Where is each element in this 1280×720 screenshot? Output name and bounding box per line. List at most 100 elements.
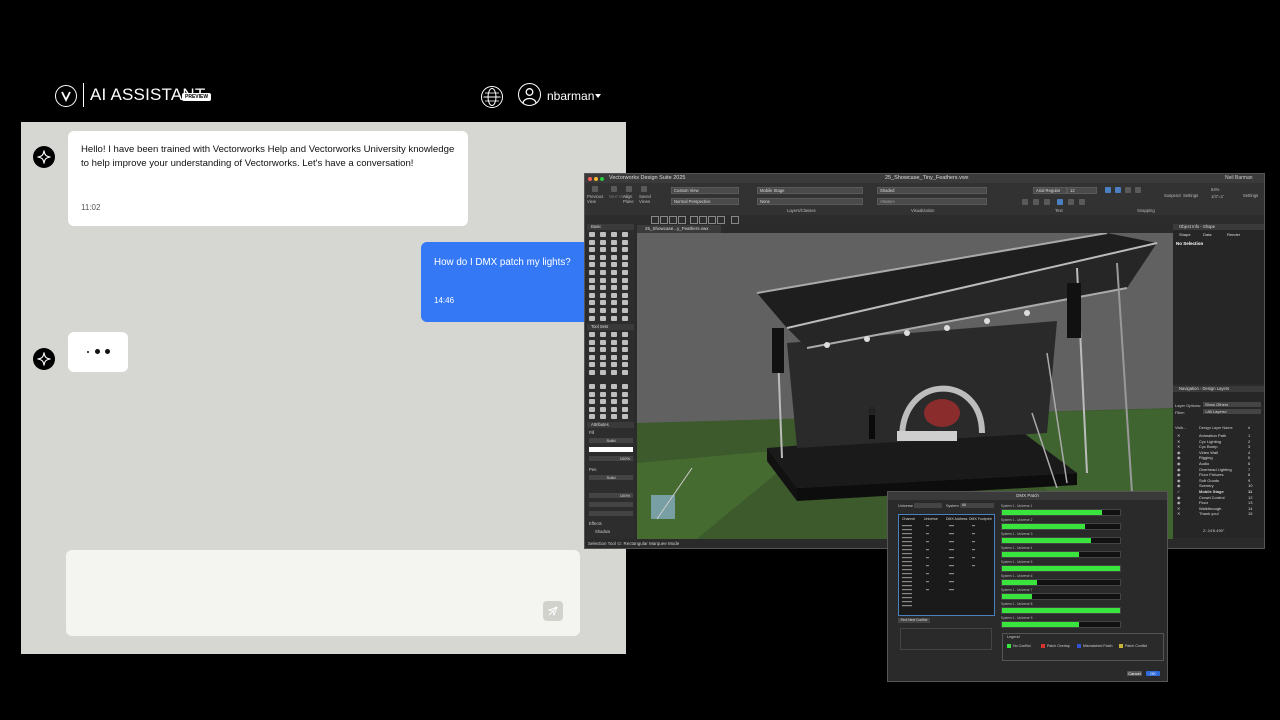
mode-icon[interactable] [651,216,659,224]
tool-icon[interactable] [600,300,606,306]
zoom-label[interactable]: 64% [1211,187,1219,192]
tool-icon[interactable] [600,239,606,245]
tool-icon[interactable] [589,414,595,420]
tool-icon[interactable] [611,292,617,298]
tool-icon[interactable] [600,292,606,298]
tool-icon[interactable] [589,339,595,345]
tool-icon[interactable] [589,362,595,368]
tool-icon[interactable] [622,406,628,412]
tool-icon[interactable] [600,315,606,321]
align-plane-label[interactable]: Align Plane [623,194,637,204]
tool-icon[interactable] [622,247,628,253]
layer-dropdown[interactable]: Mobile Stage [757,187,863,194]
fill-style-dropdown[interactable]: Solid [589,438,633,443]
tool-icon[interactable] [622,391,628,397]
align-right-icon[interactable] [1079,199,1085,205]
tool-icon[interactable] [600,354,606,360]
tool-icon[interactable] [611,339,617,345]
snap-object-icon[interactable] [1115,187,1121,193]
tool-icon[interactable] [589,262,595,268]
cancel-button[interactable]: Cancel [1127,671,1142,676]
align-left-icon[interactable] [1057,199,1063,205]
tool-icon[interactable] [600,254,606,260]
tool-icon[interactable] [600,406,606,412]
saved-views-icon[interactable] [641,186,647,192]
bold-icon[interactable] [1022,199,1028,205]
scale-label[interactable]: 1/4"=1' [1211,194,1224,199]
tool-icon[interactable] [589,232,595,237]
visibility-icon[interactable]: ✕ [1177,511,1180,517]
system-dropdown[interactable]: All [960,503,994,508]
close-icon[interactable] [588,176,592,181]
maximize-icon[interactable] [600,176,604,181]
universe-dropdown[interactable] [914,503,942,508]
render-mode-dropdown[interactable]: Shaded [877,187,987,194]
tool-icon[interactable] [600,262,606,268]
mode-icon[interactable] [660,216,668,224]
tool-icon[interactable] [600,277,606,283]
fixture-table[interactable]: Channel Universe DMX Address DMX Footpri… [898,514,995,616]
suspend-label[interactable]: Suspend [1164,193,1181,198]
tool-icon[interactable] [611,239,617,245]
globe-icon[interactable] [481,86,503,108]
tool-icon[interactable] [611,391,617,397]
arrow-right-icon[interactable] [611,186,617,192]
tool-icon[interactable] [589,332,595,337]
send-button[interactable] [543,601,563,621]
tool-icon[interactable] [600,339,606,345]
underline-icon[interactable] [1044,199,1050,205]
tool-icon[interactable] [589,247,595,253]
view-dropdown[interactable]: Custom View [671,187,739,194]
tool-icon[interactable] [589,292,595,298]
tool-icon[interactable] [622,414,628,420]
tool-icon[interactable] [589,285,595,291]
tool-icon[interactable] [611,347,617,353]
class-dropdown[interactable]: None [757,198,863,205]
tool-icon[interactable] [611,262,617,268]
tool-icon[interactable] [589,347,595,353]
tool-icon[interactable] [622,232,628,237]
line-thickness[interactable] [589,502,633,507]
tool-icon[interactable] [611,369,617,375]
tool-icon[interactable] [622,354,628,360]
tool-icon[interactable] [611,315,617,321]
tool-icon[interactable] [589,239,595,245]
tool-icon[interactable] [589,300,595,306]
snap-intersection-icon[interactable] [1135,187,1141,193]
tool-icon[interactable] [611,362,617,368]
tool-icon[interactable] [589,369,595,375]
tool-icon[interactable] [600,362,606,368]
tool-icon[interactable] [600,232,606,237]
tool-icon[interactable] [589,307,595,313]
tool-icon[interactable] [589,354,595,360]
pen-opacity[interactable]: 100% [589,493,633,498]
align-plane-icon[interactable] [626,186,632,192]
snap-grid-icon[interactable] [1105,187,1111,193]
tool-icon[interactable] [622,300,628,306]
align-center-icon[interactable] [1068,199,1074,205]
tool-icon[interactable] [611,277,617,283]
tool-icon[interactable] [622,239,628,245]
arrow-left-icon[interactable] [592,186,598,192]
tool-icon[interactable] [611,406,617,412]
shadow-label[interactable]: Shadow [595,529,610,534]
tool-icon[interactable] [589,315,595,321]
tool-icon[interactable] [622,339,628,345]
font-dropdown[interactable]: Arial Regular [1033,187,1067,194]
tool-icon[interactable] [622,369,628,375]
document-tab[interactable]: 25_Showcase...y_Feathers.vwx [637,225,721,233]
tool-icon[interactable] [600,247,606,253]
tool-icon[interactable] [589,406,595,412]
tool-icon[interactable] [611,285,617,291]
username-label[interactable]: nbarman [547,89,594,103]
tool-icon[interactable] [622,384,628,389]
tool-icon[interactable] [600,332,606,337]
mode-icon[interactable] [690,216,698,224]
tool-icon[interactable] [611,399,617,405]
tool-icon[interactable] [622,254,628,260]
ok-button[interactable]: OK [1146,671,1160,676]
settings-label[interactable]: Settings [1243,193,1258,198]
fill-opacity[interactable]: 100% [589,456,633,461]
minimize-icon[interactable] [594,176,598,181]
tool-icon[interactable] [622,399,628,405]
